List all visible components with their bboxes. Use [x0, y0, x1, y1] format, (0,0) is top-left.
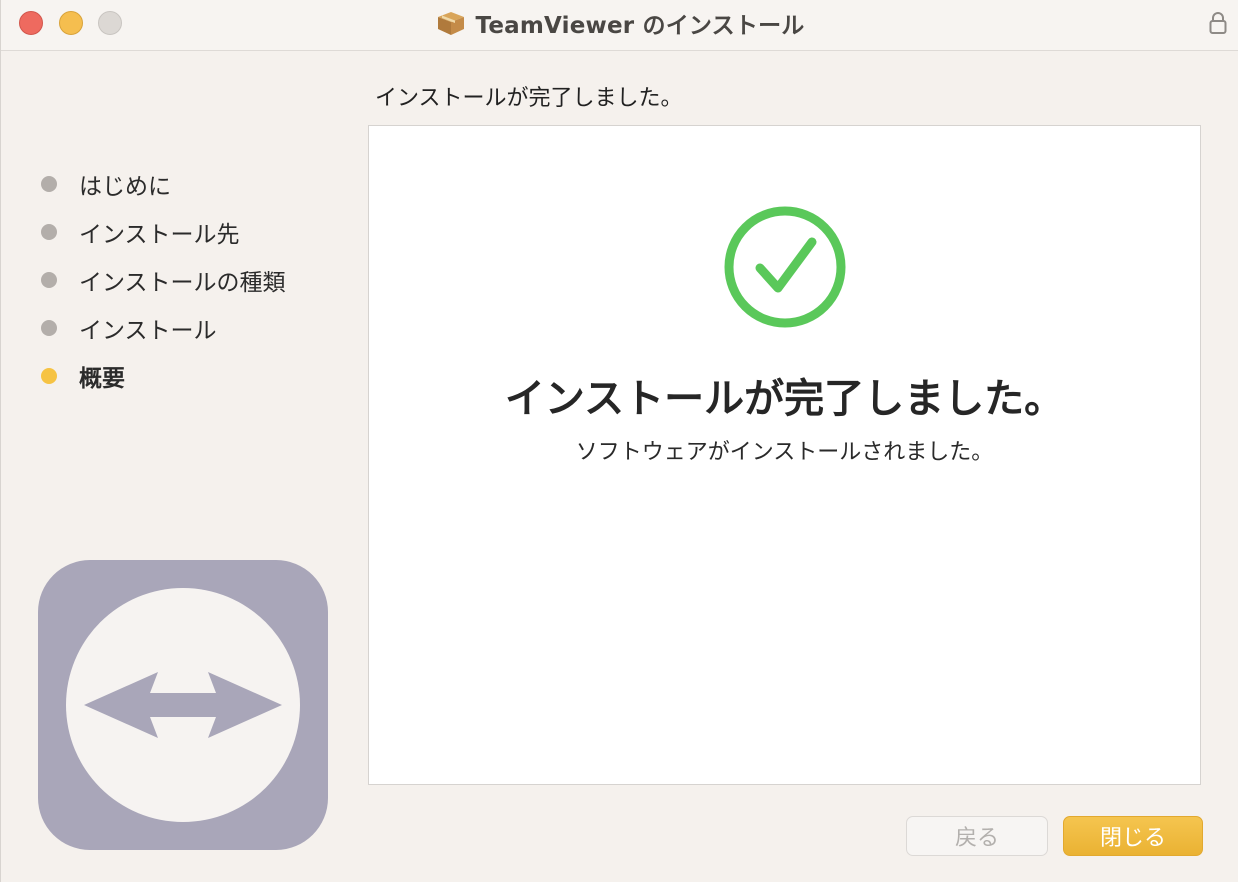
step-label: はじめに — [79, 174, 171, 200]
window-title-group: TeamViewer のインストール — [1, 0, 1238, 46]
window-title: TeamViewer のインストール — [475, 13, 805, 39]
step-header: インストールが完了しました。 — [375, 86, 683, 111]
step-dot-active — [41, 368, 57, 384]
sidebar-step-introduction: はじめに — [41, 160, 286, 208]
sidebar-step-summary: 概要 — [41, 352, 286, 400]
back-button[interactable]: 戻る — [906, 816, 1048, 856]
package-icon — [437, 12, 464, 35]
completion-title: インストールが完了しました。 — [504, 376, 1065, 422]
lock-icon — [1209, 12, 1227, 34]
sidebar-step-installation: インストール — [41, 304, 286, 352]
step-dot — [41, 176, 57, 192]
step-label: インストールの種類 — [79, 270, 286, 296]
step-dot — [41, 224, 57, 240]
step-label: 概要 — [79, 366, 125, 392]
completion-subtitle: ソフトウェアがインストールされました。 — [575, 440, 994, 465]
teamviewer-logo-icon — [38, 560, 328, 850]
step-label: インストール先 — [79, 222, 240, 248]
title-bar: TeamViewer のインストール — [1, 0, 1238, 51]
sidebar-step-destination: インストール先 — [41, 208, 286, 256]
step-dot — [41, 320, 57, 336]
checkmark-circle-icon — [724, 206, 846, 328]
step-dot — [41, 272, 57, 288]
steps-sidebar: はじめに インストール先 インストールの種類 インストール 概要 — [41, 160, 286, 400]
content-panel: インストールが完了しました。 ソフトウェアがインストールされました。 — [368, 125, 1201, 785]
step-label: インストール — [79, 318, 217, 344]
close-button[interactable]: 閉じる — [1063, 816, 1203, 856]
sidebar-step-install-type: インストールの種類 — [41, 256, 286, 304]
installer-window: TeamViewer のインストール インストールが完了しました。 はじめに イ… — [0, 0, 1238, 882]
